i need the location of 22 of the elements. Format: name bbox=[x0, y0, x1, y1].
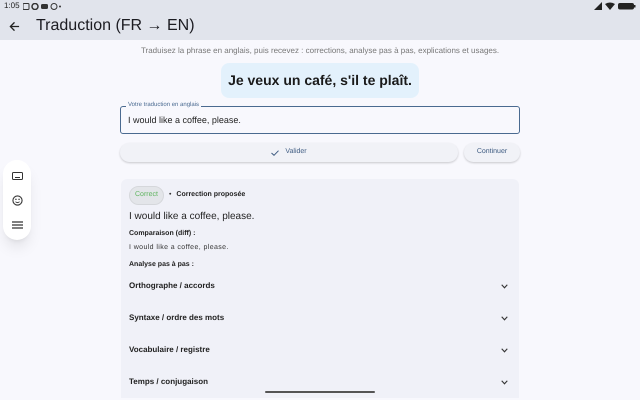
chevron-icon bbox=[501, 348, 508, 352]
smiley-icon[interactable] bbox=[12, 194, 22, 206]
source-sentence: Je veux un café, s'il te plaît. bbox=[221, 63, 419, 98]
check-icon bbox=[271, 150, 280, 156]
status-time: 1:05 bbox=[4, 0, 20, 12]
analysis-section[interactable]: Temps / conjugaison bbox=[129, 366, 511, 398]
translation-field[interactable]: I would like a coffee, please. bbox=[120, 106, 520, 134]
chevron-icon bbox=[501, 380, 508, 384]
system-status-icons bbox=[594, 2, 636, 10]
analysis-section[interactable]: Syntaxe / ordre des mots bbox=[129, 302, 511, 334]
keyboard-icon[interactable] bbox=[12, 172, 22, 180]
chevron-icon bbox=[501, 284, 508, 288]
navigation-handle[interactable] bbox=[265, 391, 375, 393]
app-bar-title: Traduction (FR → EN) bbox=[36, 16, 195, 36]
corrected-sentence: I would like a coffee, please. bbox=[129, 210, 256, 224]
notification-icons bbox=[22, 2, 61, 10]
instructions-text: Traduisez la phrase en anglais, puis recevez : corrections, analyse pas à pas, explications et usages. bbox=[140, 45, 500, 57]
analysis-section[interactable]: Vocabulaire / registre bbox=[129, 334, 511, 366]
back-icon[interactable] bbox=[9, 20, 20, 32]
menu-icon[interactable] bbox=[12, 220, 22, 228]
analysis-section[interactable]: Orthographe / accords bbox=[129, 270, 511, 302]
chevron-icon bbox=[501, 316, 508, 320]
